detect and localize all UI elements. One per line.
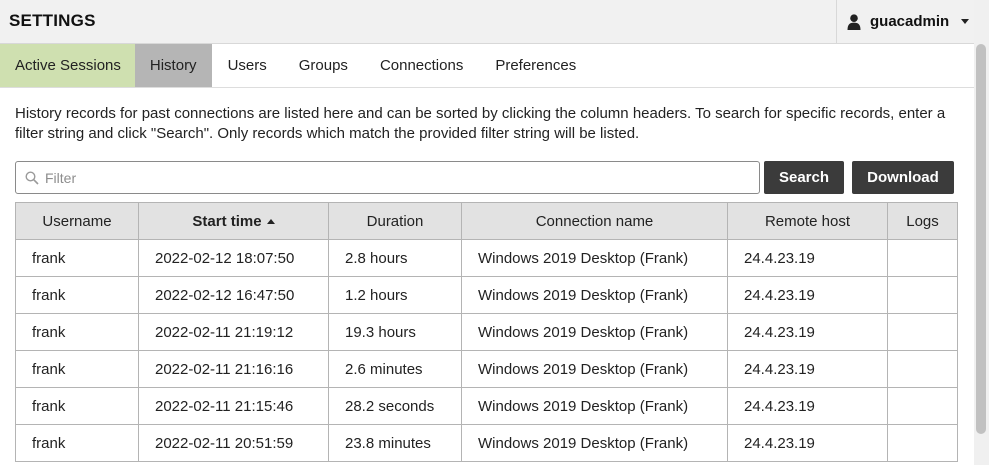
cell-connection-name: Windows 2019 Desktop (Frank) [461,276,728,314]
history-description: History records for past connections are… [15,105,946,142]
cell-username: frank [15,239,139,277]
cell-username: frank [15,313,139,351]
filter-field[interactable] [15,161,760,194]
table-row[interactable]: frank 2022-02-12 18:07:50 2.8 hours Wind… [15,239,958,277]
scrollbar-thumb[interactable] [976,44,986,434]
top-header: SETTINGS guacadmin [0,0,989,44]
search-button[interactable]: Search [764,161,844,194]
table-row[interactable]: frank 2022-02-11 21:15:46 28.2 seconds W… [15,387,958,425]
user-menu[interactable]: guacadmin [836,0,974,43]
cell-logs [887,350,958,388]
cell-duration: 28.2 seconds [328,387,462,425]
cell-logs [887,313,958,351]
settings-tabs: Active Sessions History Users Groups Con… [0,44,974,88]
cell-start-time: 2022-02-12 16:47:50 [138,276,329,314]
cell-remote-host: 24.4.23.19 [727,350,888,388]
table-row[interactable]: frank 2022-02-11 21:16:16 2.6 minutes Wi… [15,350,958,388]
cell-remote-host: 24.4.23.19 [727,239,888,277]
filter-input[interactable] [45,163,759,192]
cell-duration: 19.3 hours [328,313,462,351]
download-button[interactable]: Download [852,161,954,194]
tab-users[interactable]: Users [212,44,283,87]
tab-groups[interactable]: Groups [283,44,364,87]
cell-logs [887,239,958,277]
column-header-duration[interactable]: Duration [328,202,462,240]
cell-connection-name: Windows 2019 Desktop (Frank) [461,387,728,425]
table-row[interactable]: frank 2022-02-11 21:19:12 19.3 hours Win… [15,313,958,351]
user-icon [847,13,861,30]
cell-username: frank [15,350,139,388]
cell-logs [887,387,958,425]
cell-connection-name: Windows 2019 Desktop (Frank) [461,239,728,277]
tab-connections[interactable]: Connections [364,44,479,87]
table-header-row: Username Start time Duration Connection … [15,202,958,240]
cell-username: frank [15,424,139,462]
chevron-down-icon [961,19,970,24]
cell-duration: 1.2 hours [328,276,462,314]
tab-preferences[interactable]: Preferences [479,44,592,87]
page-title: SETTINGS [9,11,96,30]
cell-duration: 2.6 minutes [328,350,462,388]
cell-remote-host: 24.4.23.19 [727,313,888,351]
cell-username: frank [15,387,139,425]
tab-history[interactable]: History [134,44,212,87]
cell-start-time: 2022-02-11 21:15:46 [138,387,329,425]
user-name: guacadmin [870,13,950,30]
column-header-username[interactable]: Username [15,202,139,240]
cell-connection-name: Windows 2019 Desktop (Frank) [461,424,728,462]
cell-duration: 2.8 hours [328,239,462,277]
column-header-start-time[interactable]: Start time [138,202,329,240]
cell-remote-host: 24.4.23.19 [727,424,888,462]
cell-start-time: 2022-02-11 21:16:16 [138,350,329,388]
cell-username: frank [15,276,139,314]
cell-remote-host: 24.4.23.19 [727,276,888,314]
cell-start-time: 2022-02-12 18:07:50 [138,239,329,277]
history-table: Username Start time Duration Connection … [15,202,958,462]
cell-logs [887,276,958,314]
sort-ascending-icon [266,218,275,224]
table-row[interactable]: frank 2022-02-11 20:51:59 23.8 minutes W… [15,424,958,462]
column-header-connection-name[interactable]: Connection name [461,202,728,240]
column-header-remote-host[interactable]: Remote host [727,202,888,240]
search-icon [25,170,39,185]
tab-active-sessions[interactable]: Active Sessions [0,44,135,87]
cell-logs [887,424,958,462]
cell-connection-name: Windows 2019 Desktop (Frank) [461,313,728,351]
cell-connection-name: Windows 2019 Desktop (Frank) [461,350,728,388]
cell-start-time: 2022-02-11 20:51:59 [138,424,329,462]
cell-start-time: 2022-02-11 21:19:12 [138,313,329,351]
column-header-logs[interactable]: Logs [887,202,958,240]
table-row[interactable]: frank 2022-02-12 16:47:50 1.2 hours Wind… [15,276,958,314]
cell-duration: 23.8 minutes [328,424,462,462]
cell-remote-host: 24.4.23.19 [727,387,888,425]
